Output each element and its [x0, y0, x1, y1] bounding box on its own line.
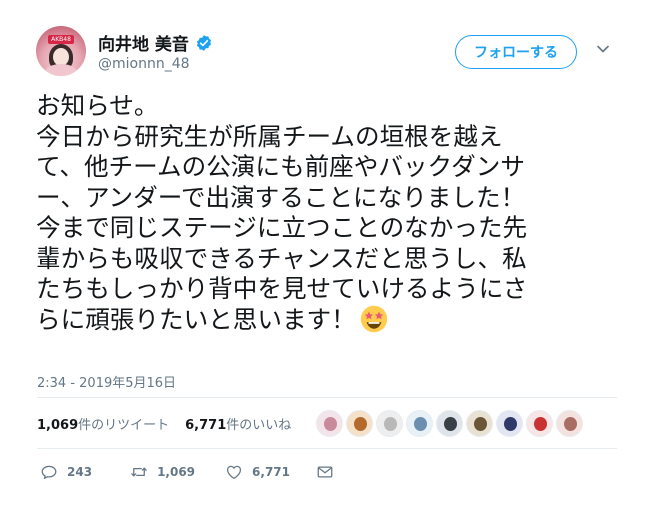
liker-avatar[interactable]: [556, 410, 583, 437]
likes-count: 6,771: [185, 418, 227, 433]
like-count: 6,771: [252, 465, 290, 479]
retweets-stat[interactable]: 1,069件のリツイート: [37, 414, 169, 433]
display-name[interactable]: 向井地 美音: [98, 30, 189, 55]
tweet-line: ー、アンダーで出演することになりました！: [36, 182, 526, 212]
follow-button[interactable]: フォローする: [455, 35, 577, 69]
tweet-actions: 243 1,069 6,771: [40, 463, 334, 481]
tweet-header: AKB48 向井地 美音 @mionnn_48 フォローする: [30, 22, 620, 82]
user-handle[interactable]: @mionnn_48: [98, 56, 190, 72]
liker-avatar-figure: [474, 417, 487, 431]
liker-avatar-figure: [534, 417, 547, 431]
tweet-line-text: らに頑張りたいと思います！: [36, 304, 356, 334]
tweet-text: お知らせ。 今日から研究生が所属チームの垣根を越え て、他チームの公演にも前座や…: [36, 91, 616, 335]
verified-badge-icon: [196, 34, 211, 51]
liker-avatar-figure: [414, 417, 427, 431]
tweet-line: 今まで同じステージに立つことのなかった先: [36, 213, 528, 242]
liker-avatar[interactable]: [346, 410, 373, 437]
liker-avatar-figure: [504, 417, 517, 431]
retweet-count: 1,069: [157, 465, 196, 479]
chevron-down-icon[interactable]: [596, 42, 610, 56]
reply-icon: [41, 465, 57, 480]
liker-avatar-figure: [324, 417, 337, 431]
liker-avatar-figure: [384, 417, 397, 431]
star-struck-emoji-icon: [360, 305, 387, 332]
avatar[interactable]: AKB48: [36, 26, 86, 76]
tweet-timestamp[interactable]: 2:34 - 2019年5月16日: [37, 372, 176, 391]
retweet-icon: [131, 467, 147, 477]
liker-avatar[interactable]: [466, 410, 493, 437]
avatar-badge-text: AKB48: [48, 35, 74, 44]
likes-label: 件のいいね: [226, 418, 292, 433]
liker-avatars: [316, 410, 583, 437]
liker-avatar[interactable]: [526, 410, 553, 437]
author-name-row[interactable]: 向井地 美音: [98, 30, 213, 55]
divider: [37, 397, 617, 398]
heart-icon: [227, 465, 242, 480]
like-button[interactable]: 6,771: [225, 463, 290, 481]
retweets-count: 1,069: [37, 418, 79, 433]
liker-avatar[interactable]: [406, 410, 433, 437]
liker-avatar[interactable]: [436, 410, 463, 437]
avatar-body: [45, 64, 77, 76]
liker-avatar-figure: [354, 417, 367, 431]
reply-count: 243: [67, 465, 93, 479]
liker-avatar-figure: [444, 417, 457, 431]
reply-button[interactable]: 243: [40, 463, 92, 481]
tweet-last-line: らに頑張りたいと思います！: [36, 305, 616, 336]
liker-avatar-figure: [564, 417, 577, 431]
tweet-line: 今日から研究生が所属チームの垣根を越え: [36, 121, 503, 151]
tweet-line: て、他チームの公演にも前座やバックダンサ: [36, 152, 525, 181]
likes-stat[interactable]: 6,771件のいいね: [185, 414, 291, 433]
tweet-line: お知らせ。: [36, 91, 159, 120]
retweets-label: 件のリツイート: [78, 418, 170, 433]
engagement-stats: 1,069件のリツイート 6,771件のいいね: [37, 414, 291, 433]
envelope-icon: [317, 466, 333, 478]
direct-message-button[interactable]: [316, 463, 334, 481]
tweet-line: たちもしっかり背中を見せていけるようにさ: [36, 274, 528, 303]
liker-avatar[interactable]: [376, 410, 403, 437]
liker-avatar[interactable]: [496, 410, 523, 437]
retweet-button[interactable]: 1,069: [130, 463, 195, 481]
tweet-line: 輩からも吸収できるチャンスだと思うし、私: [36, 243, 527, 273]
divider: [37, 448, 617, 449]
liker-avatar[interactable]: [316, 410, 343, 437]
